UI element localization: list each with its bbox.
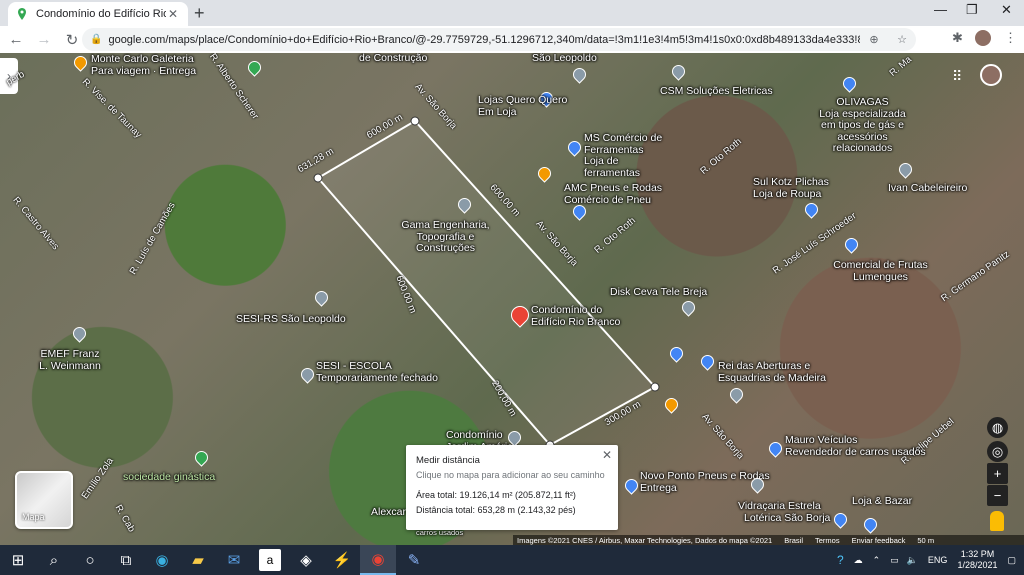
bookmark-star-icon[interactable]: ☆ — [888, 33, 916, 46]
map-footer: Imagens ©2021 CNES / Airbus, Maxar Techn… — [513, 535, 1024, 545]
place-label[interactable]: Ivan Cabeleireiro — [888, 182, 967, 195]
place-label[interactable]: Monte Carlo Galeteria Para viagem · Entre… — [91, 53, 196, 77]
show-hidden-icons[interactable]: ⌃ — [873, 555, 881, 566]
restore-button[interactable]: ❐ — [966, 2, 978, 18]
zoom-out-button[interactable]: − — [987, 485, 1008, 506]
place-label[interactable]: Lotérica São Borja — [744, 512, 830, 525]
map-layer-toggle[interactable]: Mapa — [15, 471, 73, 529]
total-area: Área total: 19.126,14 m² (205.872,11 ft²… — [416, 490, 576, 500]
language-indicator[interactable]: ENG — [928, 555, 948, 565]
browser-toolbar: ← → ↻ 🔒 google.com/maps/place/Condomínio… — [0, 26, 1024, 53]
cloud-icon[interactable]: ☁ — [854, 555, 863, 566]
layer-button-label: Mapa — [22, 512, 45, 522]
app-icon[interactable]: ✎ — [396, 545, 432, 575]
measure-hint: Clique no mapa para adicionar ao seu cam… — [416, 470, 605, 480]
add-location-icon[interactable]: ⊕ — [860, 33, 888, 46]
attribution-text: Imagens ©2021 CNES / Airbus, Maxar Techn… — [517, 536, 773, 545]
place-label[interactable]: SESI - ESCOLA Temporariamente fechado — [316, 360, 438, 384]
place-label[interactable]: Loja & Bazar — [852, 495, 912, 508]
place-label[interactable]: sociedade ginástica — [123, 471, 215, 484]
cortana-icon[interactable]: ○ — [72, 545, 108, 575]
file-explorer-icon[interactable]: ▰ — [180, 545, 216, 575]
clock[interactable]: 1:32 PM 1/28/2021 — [957, 549, 997, 572]
place-label[interactable]: CSM Soluções Eletricas — [660, 85, 773, 98]
amazon-icon[interactable]: a — [259, 549, 281, 571]
place-label[interactable]: Condomínio do Edifício Rio Branco — [531, 304, 623, 328]
region-link[interactable]: Brasil — [784, 536, 803, 545]
date-text: 1/28/2021 — [957, 560, 998, 570]
place-label[interactable]: EMEF Franz L. Weinmann — [38, 348, 102, 372]
volume-icon[interactable]: 🔈 — [907, 555, 918, 566]
place-label[interactable]: Gama Engenharia, Topografia e Construçõe… — [398, 219, 493, 255]
windows-start-icon[interactable]: ⊞ — [0, 545, 36, 575]
new-tab-button[interactable]: + — [194, 3, 205, 24]
place-label[interactable]: Lojas Quero Quero Em Loja — [478, 94, 567, 118]
close-icon[interactable]: ✕ — [602, 448, 612, 462]
task-view-icon[interactable]: ⧉ — [108, 545, 144, 575]
globe-icon[interactable]: ◍ — [987, 417, 1008, 438]
edge-icon[interactable]: ◉ — [144, 545, 180, 575]
pegman-icon[interactable] — [990, 511, 1004, 531]
tab-strip: Condomínio do Edifício Rio Branco ✕ + — … — [0, 0, 1024, 26]
back-arrow-icon[interactable]: ← — [4, 31, 28, 48]
help-icon[interactable]: ? — [837, 553, 844, 567]
place-label[interactable]: Sul Kotz Plichas Loja de Roupa — [753, 176, 829, 200]
place-label[interactable]: Alexcar — [371, 506, 406, 519]
minimize-button[interactable]: — — [934, 2, 947, 17]
place-label[interactable]: MS Comércio de Ferramentas Loja de ferram… — [584, 132, 674, 179]
tab-close-icon[interactable]: ✕ — [166, 7, 180, 21]
lock-icon: 🔒 — [90, 34, 103, 45]
address-bar[interactable]: 🔒 google.com/maps/place/Condomínio+do+Ed… — [82, 28, 916, 51]
total-distance: Distância total: 653,28 m (2.143,32 pés) — [416, 505, 576, 515]
scale-bar[interactable]: 50 m — [917, 536, 934, 545]
profile-avatar[interactable] — [975, 30, 991, 46]
satellite-map[interactable]: › ⠿ 600,00 m 631,28 m 600,00 m 600,00 m … — [0, 53, 1024, 545]
my-location-icon[interactable]: ◎ — [987, 441, 1008, 462]
dropbox-icon[interactable]: ◈ — [288, 545, 324, 575]
google-apps-icon[interactable]: ⠿ — [952, 68, 962, 85]
time-text: 1:32 PM — [960, 548, 995, 559]
place-label[interactable]: de Construção — [359, 53, 427, 65]
chrome-menu-icon[interactable]: ⋮ — [1004, 30, 1017, 46]
forward-arrow-icon[interactable]: → — [32, 31, 56, 48]
google-maps-favicon-icon — [18, 8, 26, 20]
network-icon[interactable]: ▭ — [890, 555, 899, 566]
zoom-in-button[interactable]: + — [987, 463, 1008, 484]
terms-link[interactable]: Termos — [815, 536, 840, 545]
place-label[interactable]: Comercial de Frutas Lumengues — [833, 259, 928, 283]
place-label[interactable]: Rei das Aberturas e Esquadrias de Madeir… — [718, 360, 830, 384]
feedback-link[interactable]: Enviar feedback — [852, 536, 906, 545]
app-icon[interactable]: ⚡ — [324, 545, 360, 575]
measure-distance-panel: ✕ Medir distância Clique no mapa para ad… — [406, 445, 618, 530]
close-window-button[interactable]: ✕ — [1001, 2, 1012, 18]
place-label[interactable]: carros usados — [416, 528, 463, 537]
url-text: google.com/maps/place/Condomínio+do+Edif… — [108, 33, 860, 46]
place-label[interactable]: Vidraçaria Estrela — [738, 500, 821, 513]
mail-icon[interactable]: ✉ — [216, 545, 252, 575]
place-label[interactable]: AMC Pneus e Rodas Comércio de Pneu — [564, 182, 662, 206]
windows-taskbar: ⊞ ⌕ ○ ⧉ ◉ ▰ ✉ a ◈ ⚡ ◉ ✎ ? ☁ ⌃ ▭ 🔈 ENG 1:… — [0, 545, 1024, 575]
search-icon[interactable]: ⌕ — [36, 545, 72, 575]
measure-title: Medir distância — [416, 455, 480, 466]
place-label[interactable]: SESI-RS São Leopoldo — [236, 313, 346, 326]
reload-icon[interactable]: ↻ — [60, 31, 84, 49]
chrome-icon[interactable]: ◉ — [360, 545, 396, 575]
tab-title: Condomínio do Edifício Rio Branco — [36, 8, 166, 20]
place-label[interactable]: Mauro Veículos Revendedor de carros usado… — [785, 434, 926, 458]
place-label[interactable]: OLIVAGAS Loja especializada em tipos de g… — [815, 96, 910, 155]
extensions-icon[interactable]: ✱ — [952, 30, 963, 46]
browser-tab[interactable]: Condomínio do Edifício Rio Branco ✕ — [8, 2, 188, 26]
place-label[interactable]: São Leopoldo — [532, 53, 597, 65]
account-avatar[interactable] — [980, 64, 1002, 86]
notifications-icon[interactable]: ▢ — [1007, 555, 1016, 566]
system-tray: ? ☁ ⌃ ▭ 🔈 ENG 1:32 PM 1/28/2021 ▢ — [837, 545, 1024, 575]
place-label[interactable]: Disk Ceva Tele Breja — [610, 286, 707, 299]
